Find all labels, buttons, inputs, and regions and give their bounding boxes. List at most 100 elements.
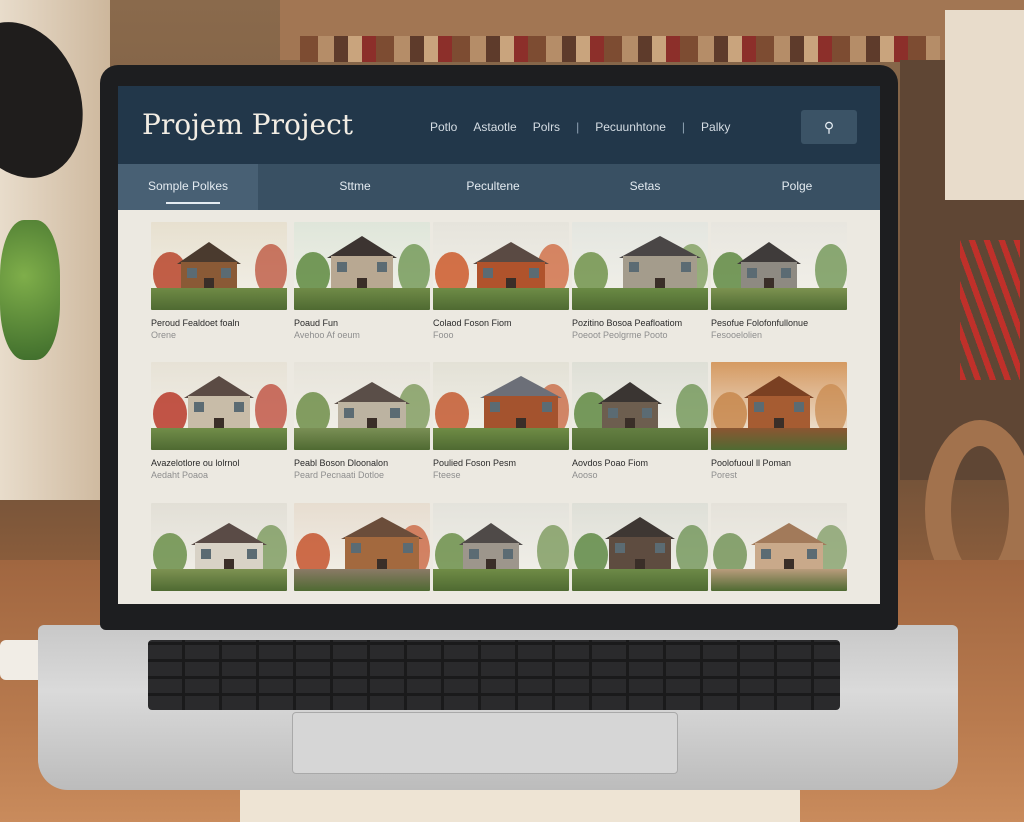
nav-divider: | <box>681 120 686 134</box>
project-title[interactable]: Poulied Foson Pesm <box>433 458 516 468</box>
project-card[interactable]: Pesofue Folofonfullonue Fesooelolien <box>711 222 847 342</box>
project-thumbnail-image[interactable] <box>433 362 569 450</box>
thumbnail-window <box>615 543 625 553</box>
thumbnail-roof <box>744 376 814 398</box>
thumbnail-window <box>655 543 665 553</box>
project-title[interactable]: Colaod Foson Fiom <box>433 318 512 328</box>
thumbnail-ground <box>294 569 430 591</box>
pencil-cup <box>960 240 1020 380</box>
thumbnail-window <box>807 549 817 559</box>
project-thumbnail-image[interactable] <box>572 362 708 450</box>
thumbnail-ground <box>572 288 708 310</box>
project-thumbnail-image[interactable] <box>711 503 847 591</box>
thumbnail-roof <box>480 376 562 398</box>
project-card[interactable]: Poaud Fun Avehoo Af oeum <box>294 222 430 342</box>
project-card[interactable]: Peabl Boson Dloonalon Peard Pecnaati Dotl… <box>294 362 430 482</box>
project-card[interactable]: Peroud Fealdoet foaln Orene <box>151 222 287 342</box>
thumbnail-window <box>377 262 387 272</box>
thumbnail-window <box>747 268 757 278</box>
header-nav-item-4[interactable]: Pecuunhtone <box>595 120 666 134</box>
project-card[interactable]: Aovdos Poao Fiom Aooso <box>572 362 708 482</box>
open-notebook <box>240 785 800 822</box>
thumbnail-ground <box>151 288 287 310</box>
nav-divider: | <box>576 120 580 134</box>
project-title[interactable]: Pozitino Bosoa Peafloatiom <box>572 318 682 328</box>
project-subtitle: Fooo <box>433 330 454 340</box>
laptop-trackpad <box>292 712 678 774</box>
project-title[interactable]: Peroud Fealdoet foaln <box>151 318 240 328</box>
thumbnail-ground <box>572 569 708 591</box>
project-card[interactable] <box>151 503 287 604</box>
thumbnail-ground <box>433 428 569 450</box>
thumbnail-ground <box>151 428 287 450</box>
project-thumbnail-image[interactable] <box>572 222 708 310</box>
thumbnail-window <box>761 549 771 559</box>
active-tab-indicator <box>166 202 220 204</box>
project-card[interactable] <box>294 503 430 604</box>
tab-sample-projects[interactable]: Somple Polkes <box>118 164 258 210</box>
thumbnail-window <box>234 402 244 412</box>
project-card[interactable]: Poolofuoul ll Poman Porest <box>711 362 847 482</box>
project-thumbnail-image[interactable] <box>433 503 569 591</box>
header-nav-item-1[interactable]: Potlo <box>430 120 457 134</box>
project-title[interactable]: Peabl Boson Dloonalon <box>294 458 388 468</box>
thumbnail-window <box>390 408 400 418</box>
project-thumbnail-image[interactable] <box>711 362 847 450</box>
thumbnail-roof <box>459 523 523 545</box>
thumbnail-roof <box>341 517 423 539</box>
project-subtitle: Aooso <box>572 470 598 480</box>
thumbnail-window <box>794 402 804 412</box>
project-card[interactable] <box>572 503 708 604</box>
search-icon: ⚲ <box>823 118 835 135</box>
thumbnail-window <box>490 402 500 412</box>
project-thumbnail-image[interactable] <box>294 503 430 591</box>
header-nav-item-2[interactable]: Astaotle <box>473 120 516 134</box>
thumbnail-window <box>469 549 479 559</box>
header-nav-item-5[interactable]: Palky <box>701 120 730 134</box>
project-title[interactable]: Avazelotlore ou lolrnol <box>151 458 239 468</box>
project-title[interactable]: Aovdos Poao Fiom <box>572 458 648 468</box>
project-thumbnail-image[interactable] <box>433 222 569 310</box>
site-header: Projem Project Potlo Astaotle Polrs | Pe… <box>118 86 880 164</box>
site-logo[interactable]: Projem Project <box>142 108 353 141</box>
project-thumbnail-image[interactable] <box>294 222 430 310</box>
thumbnail-window <box>629 262 639 272</box>
header-nav-item-3[interactable]: Polrs <box>533 120 560 134</box>
tab-5[interactable]: Polge <box>738 164 856 210</box>
project-thumbnail-image[interactable] <box>151 222 287 310</box>
project-title[interactable]: Poaud Fun <box>294 318 338 328</box>
project-subtitle: Porest <box>711 470 738 480</box>
project-card[interactable]: Pozitino Bosoa Peafloatiom Poeoot Peolgrm… <box>572 222 708 342</box>
thumbnail-window <box>542 402 552 412</box>
project-thumbnail-image[interactable] <box>294 362 430 450</box>
project-card[interactable] <box>711 503 847 604</box>
thumbnail-ground <box>151 569 287 591</box>
search-button[interactable]: ⚲ <box>801 110 857 144</box>
project-thumbnail-image[interactable] <box>151 362 287 450</box>
thumbnail-window <box>221 268 231 278</box>
project-thumbnail-image[interactable] <box>151 503 287 591</box>
project-thumbnail-image[interactable] <box>572 503 708 591</box>
tab-2[interactable]: Sttme <box>296 164 414 210</box>
thumbnail-roof <box>598 382 662 404</box>
thumbnail-ground <box>711 569 847 591</box>
project-thumbnail-image[interactable] <box>711 222 847 310</box>
project-card[interactable]: Poulied Foson Pesm Fteese <box>433 362 569 482</box>
project-title[interactable]: Poolofuoul ll Poman <box>711 458 791 468</box>
tab-4[interactable]: Setas <box>586 164 704 210</box>
project-title[interactable]: Pesofue Folofonfullonue <box>711 318 808 328</box>
thumbnail-window <box>344 408 354 418</box>
tab-label: Sttme <box>339 179 371 193</box>
thumbnail-window <box>681 262 691 272</box>
project-card[interactable]: Avazelotlore ou lolrnol Aedaht Poaoa <box>151 362 287 482</box>
thumbnail-window <box>187 268 197 278</box>
tab-3[interactable]: Pecultene <box>434 164 552 210</box>
project-card[interactable] <box>433 503 569 604</box>
thumbnail-window <box>483 268 493 278</box>
thumbnail-window <box>351 543 361 553</box>
thumbnail-roof <box>191 523 267 545</box>
project-card[interactable]: Colaod Foson Fiom Fooo <box>433 222 569 342</box>
thumbnail-roof <box>177 242 241 264</box>
project-subtitle: Poeoot Peolgrme Pooto <box>572 330 668 340</box>
thumbnail-window <box>642 408 652 418</box>
